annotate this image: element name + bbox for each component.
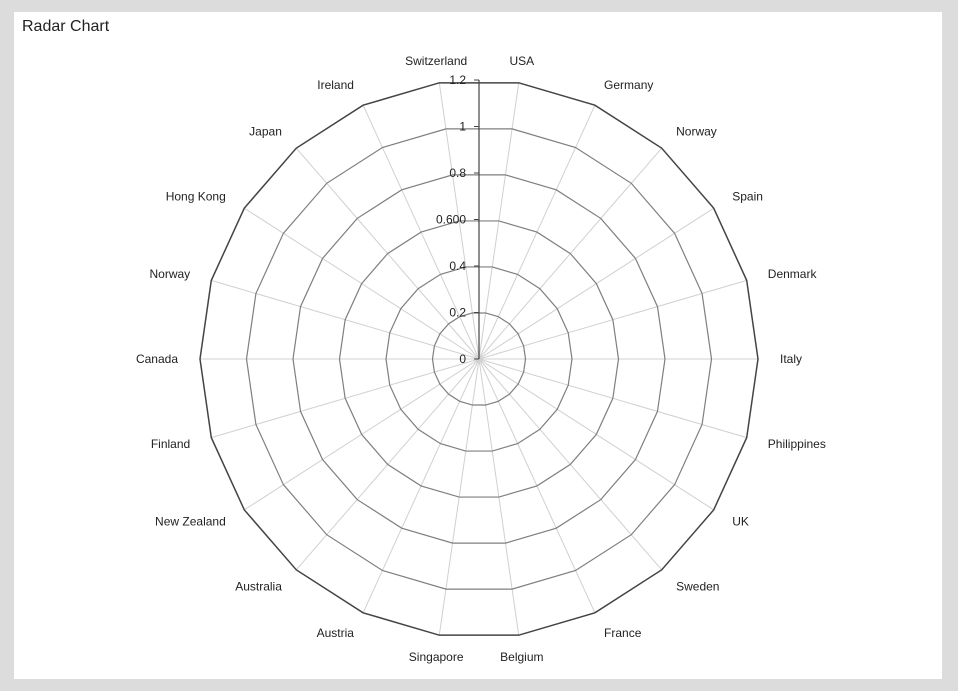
category-label: New Zealand [155,515,226,529]
category-label: Austria [317,626,355,640]
category-label: Norway [676,125,717,139]
category-label: USA [509,54,534,68]
category-label: Sweden [676,579,719,593]
category-label: Hong Kong [166,189,226,203]
radial-tick-label: 0.600 [436,213,466,227]
category-label: Canada [136,352,178,366]
category-label: Switzerland [405,54,467,68]
category-label: Singapore [409,650,464,664]
category-label: Belgium [500,650,543,664]
category-label: Germany [604,78,653,92]
category-label: Norway [150,267,191,281]
radial-tick-label: 0.4 [449,259,466,273]
category-label: Australia [235,579,282,593]
radial-tick-label: 0.8 [449,166,466,180]
radial-tick-label: 0.2 [449,306,466,320]
radial-tick-label: 1.2 [449,73,466,87]
category-label: Finland [151,437,190,451]
category-label: Denmark [768,267,818,281]
category-label: UK [732,515,749,529]
category-label: Philippines [768,437,826,451]
radial-tick-label: 0 [459,352,466,366]
category-label: Italy [780,352,802,366]
radial-tick-label: 1 [459,120,466,134]
radial-axis [474,79,480,360]
category-label: France [604,626,642,640]
category-label: Spain [732,189,763,203]
chart-panel: Radar Chart 0 0.2 0.4 0.600 0.8 1 1.2 USA Germa… [14,12,942,679]
category-label: Japan [249,125,282,139]
radar-chart: 0 0.2 0.4 0.600 0.8 1 1.2 USA Germany Norway Spai… [136,54,826,664]
category-label: Ireland [317,78,354,92]
